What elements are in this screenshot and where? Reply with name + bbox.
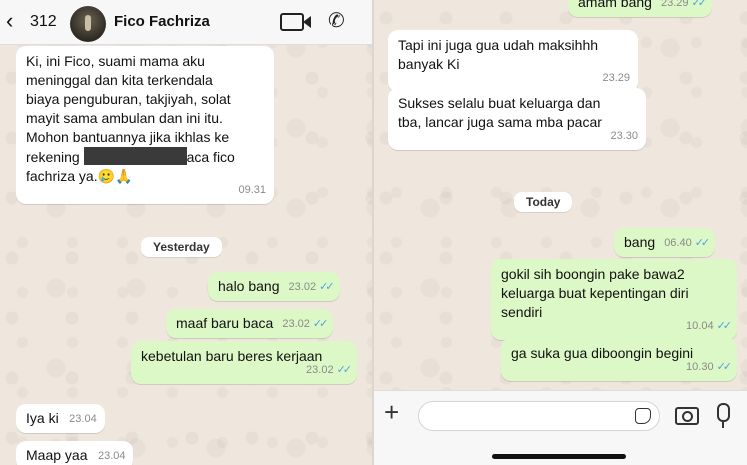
message-line: keluarga buat kepentingan diri	[501, 285, 689, 301]
message-bubble-outgoing[interactable]: gokil sih boongin pake bawa2 keluarga bu…	[491, 259, 737, 340]
read-ticks-icon: ✓✓	[336, 364, 353, 376]
timestamp: 23.04	[97, 450, 126, 462]
microphone-icon[interactable]	[717, 403, 730, 428]
message-line: fachriza ya.🥲🙏	[26, 167, 264, 186]
message-text: bang	[624, 234, 656, 250]
message-line: Ki, ini Fico, suami mama aku	[26, 53, 205, 69]
sticker-icon[interactable]	[635, 408, 651, 424]
read-ticks-icon: ✓✓	[694, 237, 711, 249]
timestamp: 23.29	[602, 72, 630, 84]
message-input[interactable]	[418, 401, 660, 431]
message-text: maaf baru baca	[176, 315, 274, 331]
message-text: ga suka gua diboongin begini	[511, 345, 694, 361]
camera-icon[interactable]	[675, 407, 699, 425]
message-bubble-outgoing[interactable]: bang 06.40 ✓✓	[614, 228, 716, 257]
message-bubble-outgoing[interactable]: kebetulan baru beres kerjaan 23.02 ✓✓	[131, 341, 357, 384]
timestamp: 06.40 ✓✓	[664, 237, 711, 249]
message-bubble-incoming[interactable]: Ki, ini Fico, suami mama aku meninggal d…	[16, 46, 274, 204]
message-text: amam bang	[578, 0, 652, 10]
rekening-label: rekening	[26, 149, 84, 165]
timestamp: 23.04	[69, 413, 97, 425]
message-text: kebetulan baru beres kerjaan	[141, 348, 323, 364]
video-call-icon[interactable]	[280, 13, 311, 31]
message-bubble-outgoing[interactable]: ga suka gua diboongin begini 10.30 ✓✓	[501, 338, 737, 381]
timestamp: 23.02 ✓✓	[288, 281, 335, 293]
back-chevron-icon[interactable]: ‹	[6, 9, 13, 33]
read-ticks-icon: ✓✓	[716, 361, 733, 373]
message-bubble-outgoing[interactable]: maaf baru baca 23.02 ✓✓	[166, 309, 334, 338]
back-count[interactable]: 312	[30, 13, 57, 31]
right-chat-panel: amam bang 23.29 ✓✓ Tapi ini juga gua udah…	[374, 0, 747, 465]
timestamp: 23.30	[610, 130, 638, 142]
read-ticks-icon: ✓✓	[716, 320, 733, 332]
message-line: Sukses selalu buat keluarga dan	[398, 95, 601, 111]
chat-header: ‹ 312 Fico Fachriza ✆	[0, 0, 372, 45]
message-bubble-outgoing[interactable]: halo bang 23.02 ✓✓	[208, 272, 340, 301]
message-line: mayit sama ambulan dan ini itu.	[26, 110, 223, 126]
message-line: meninggal dan kita terkendala	[26, 72, 213, 88]
timestamp: 23.29 ✓✓	[661, 0, 708, 13]
redaction-block	[83, 147, 187, 165]
read-ticks-icon: ✓✓	[319, 281, 335, 293]
timestamp: 23.02 ✓✓	[282, 318, 329, 330]
message-line: rekening aca fico	[26, 147, 264, 167]
message-line: Tapi ini juga gua udah maksihhh	[398, 37, 599, 53]
message-line: biaya penguburan, takjiyah, solat	[26, 91, 231, 107]
message-bubble-incoming[interactable]: Maap yaa 23.04	[16, 441, 134, 465]
message-line: Mohon bantuannya jika ikhlas ke	[26, 129, 230, 145]
timestamp: 10.04 ✓✓	[686, 320, 733, 332]
message-bubble-incoming[interactable]: Iya ki 23.04	[16, 404, 105, 433]
message-text: aca fico	[186, 149, 235, 165]
read-ticks-icon: ✓✓	[691, 0, 708, 9]
phone-call-icon[interactable]: ✆	[328, 8, 345, 33]
message-bubble-incoming[interactable]: Tapi ini juga gua udah maksihhh banyak K…	[388, 30, 638, 92]
message-text: fachriza ya.	[26, 168, 98, 184]
emoji: 🥲🙏	[97, 168, 133, 184]
left-chat-panel: ‹ 312 Fico Fachriza ✆ Ki, ini Fico, suam…	[0, 0, 372, 465]
message-text: halo bang	[218, 278, 280, 294]
message-line: tba, lancar juga sama mba pacar	[398, 114, 602, 130]
date-separator: Yesterday	[141, 237, 222, 257]
message-line: gokil sih boongin pake bawa2	[501, 266, 685, 282]
message-text: Maap yaa	[26, 447, 88, 463]
date-separator: Today	[514, 192, 573, 212]
message-bubble-outgoing[interactable]: amam bang 23.29 ✓✓	[568, 0, 712, 17]
timestamp: 23.02 ✓✓	[306, 364, 353, 376]
contact-name[interactable]: Fico Fachriza	[114, 13, 210, 30]
timestamp: 09.31	[238, 184, 266, 196]
timestamp: 10.30 ✓✓	[686, 361, 733, 373]
message-bubble-incoming[interactable]: Sukses selalu buat keluarga dan tba, lan…	[388, 88, 646, 150]
home-indicator	[492, 454, 626, 459]
plus-icon[interactable]: +	[384, 397, 399, 428]
avatar[interactable]	[70, 6, 106, 42]
message-line: banyak Ki	[398, 56, 460, 72]
read-ticks-icon: ✓✓	[312, 318, 329, 330]
message-input-bar: +	[374, 390, 747, 465]
message-text: Iya ki	[26, 410, 59, 426]
